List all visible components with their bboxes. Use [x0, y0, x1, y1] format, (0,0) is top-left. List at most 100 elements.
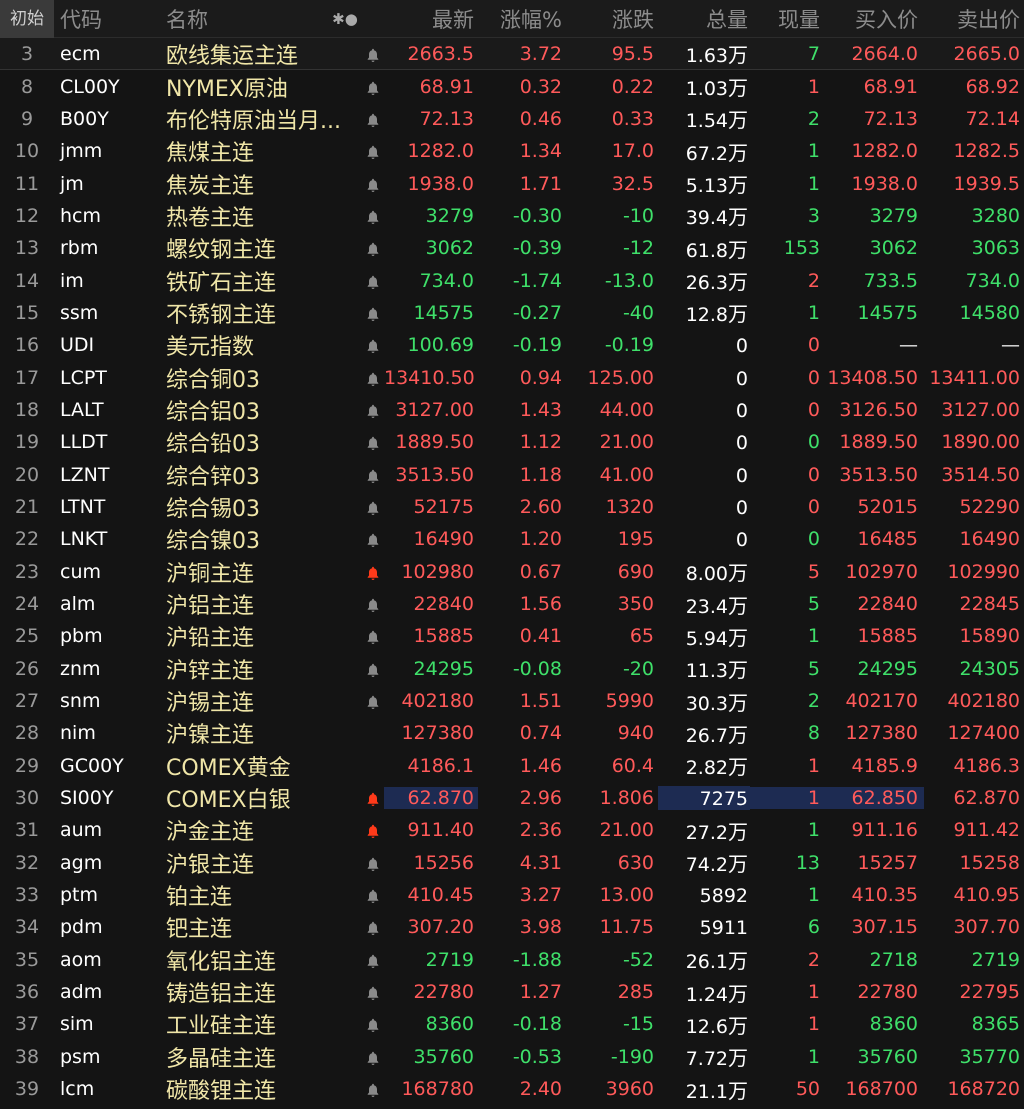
- alert-bell-icon[interactable]: [367, 824, 379, 839]
- header-name[interactable]: 名称: [162, 4, 306, 34]
- row-vol: 0: [658, 527, 750, 551]
- table-row[interactable]: 12 hcm 热卷主连 3279 -0.30 -10 39.4万 3 3279 3280: [0, 200, 1024, 232]
- table-row[interactable]: 24 alm 沪铝主连 22840 1.56 350 23.4万 5 22840 22845: [0, 588, 1024, 620]
- bell-icon[interactable]: [367, 663, 379, 677]
- bell-icon[interactable]: [367, 339, 379, 354]
- table-row[interactable]: 36 adm 铸造铝主连 22780 1.27 285 1.24万 1 22780 22795: [0, 976, 1024, 1008]
- bell-icon[interactable]: [367, 275, 379, 289]
- header-code[interactable]: 代码: [54, 4, 162, 34]
- bell-icon[interactable]: [367, 986, 379, 1001]
- table-row[interactable]: 17 LCPT 综合铜03 13410.50 0.94 125.00 0 0 13408.50 1…: [0, 361, 1024, 393]
- bell-icon[interactable]: [367, 210, 379, 224]
- row-name: 焦炭主连: [166, 173, 255, 199]
- bell-icon[interactable]: [367, 598, 379, 613]
- header-ask[interactable]: 卖出价: [924, 4, 1024, 34]
- bell-icon[interactable]: [367, 372, 379, 386]
- row-last: 24295: [413, 657, 474, 680]
- table-row[interactable]: 28 nim 沪镍主连 127380 0.74 940 26.7万 8 127380 127400: [0, 717, 1024, 749]
- table-row[interactable]: 19 LLDT 综合铅03 1889.50 1.12 21.00 0 0 1889.50 1890…: [0, 426, 1024, 458]
- table-row[interactable]: 23 cum 沪铜主连 102980 0.67 690 8.00万 5 102970 102990: [0, 556, 1024, 588]
- bell-icon[interactable]: [367, 242, 379, 257]
- table-row[interactable]: 31 aum 沪金主连 911.40 2.36 21.00 27.2万 1 911.16 911.…: [0, 814, 1024, 846]
- row-bid: 733.5: [863, 269, 918, 292]
- bell-icon[interactable]: [367, 533, 379, 548]
- table-row[interactable]: 21 LTNT 综合锡03 52175 2.60 1320 0 0 52015 52290: [0, 491, 1024, 523]
- table-row[interactable]: 11 jm 焦炭主连 1938.0 1.71 32.5 5.13万 1 1938.0 1939.5: [0, 167, 1024, 199]
- table-row[interactable]: 20 LZNT 综合锌03 3513.50 1.18 41.00 0 0 3513.50 3514…: [0, 458, 1024, 490]
- table-row[interactable]: 15 ssm 不锈钢主连 14575 -0.27 -40 12.8万 1 14575 14580: [0, 297, 1024, 329]
- table-row[interactable]: 8 CL00Y NYMEX原油 68.91 0.32 0.22 1.03万 1 68.91 68.…: [0, 70, 1024, 102]
- row-vol: 39.4万: [658, 201, 750, 230]
- table-row[interactable]: 37 sim 工业硅主连 8360 -0.18 -15 12.6万 1 8360 8365: [0, 1008, 1024, 1040]
- row-bid: 127380: [845, 722, 918, 745]
- bell-icon[interactable]: [367, 889, 379, 904]
- row-last: 13410.50: [384, 366, 475, 389]
- row-last: 35760: [413, 1045, 474, 1068]
- table-row[interactable]: 3 ecm 欧线集运主连 2663.5 3.72 95.5 1.63万 7 2664.0 2665…: [0, 38, 1024, 71]
- table-row[interactable]: 25 pbm 沪铅主连 15885 0.41 65 5.94万 1 15885 15890: [0, 620, 1024, 652]
- table-row[interactable]: 9 B00Y 布伦特原油当月... 72.13 0.46 0.33 1.54万 2 72.13 7…: [0, 103, 1024, 135]
- table-row[interactable]: 13 rbm 螺纹钢主连 3062 -0.39 -12 61.8万 153 3062 3063: [0, 232, 1024, 264]
- header-initial-tab[interactable]: 初始: [0, 0, 54, 38]
- row-pct: 1.12: [519, 431, 562, 454]
- row-last: 402180: [401, 690, 474, 713]
- header-chg[interactable]: 涨跌: [566, 4, 658, 34]
- row-chg: -12: [622, 237, 654, 260]
- bell-icon[interactable]: [367, 630, 379, 645]
- header-vol[interactable]: 总量: [658, 4, 750, 34]
- alert-bell-icon[interactable]: [367, 792, 379, 807]
- table-row[interactable]: 32 agm 沪银主连 15256 4.31 630 74.2万 13 15257 15258: [0, 847, 1024, 879]
- row-last: 1282.0: [407, 140, 474, 163]
- bell-icon[interactable]: [367, 307, 379, 321]
- bell-icon[interactable]: [367, 81, 379, 95]
- header-icons[interactable]: ✱●: [306, 10, 384, 28]
- bell-icon[interactable]: [367, 48, 379, 62]
- table-row[interactable]: 10 jmm 焦煤主连 1282.0 1.34 17.0 67.2万 1 1282.0 1282.…: [0, 135, 1024, 167]
- bell-icon[interactable]: [367, 501, 379, 515]
- header-pct[interactable]: 涨幅%: [478, 4, 566, 34]
- table-row[interactable]: 27 snm 沪锡主连 402180 1.51 5990 30.3万 2 402170 40218…: [0, 685, 1024, 717]
- bell-icon[interactable]: [367, 1018, 379, 1033]
- table-row[interactable]: 34 pdm 钯主连 307.20 3.98 11.75 5911 6 307.15 307.70: [0, 911, 1024, 943]
- table-row[interactable]: 33 ptm 铂主连 410.45 3.27 13.00 5892 1 410.35 410.95: [0, 879, 1024, 911]
- row-pct: -0.30: [512, 204, 562, 227]
- bell-icon[interactable]: [367, 469, 379, 483]
- row-cur: 5: [807, 593, 820, 616]
- table-row[interactable]: 38 psm 多晶硅主连 35760 -0.53 -190 7.72万 1 35760 35770: [0, 1041, 1024, 1073]
- bell-icon[interactable]: [367, 404, 379, 418]
- row-name: COMEX黄金: [166, 755, 291, 781]
- bell-icon[interactable]: [367, 145, 379, 160]
- table-row[interactable]: 29 GC00Y COMEX黄金 4186.1 1.46 60.4 2.82万 1 4185.9…: [0, 750, 1024, 782]
- row-vol-unit: 万: [728, 690, 748, 715]
- table-row[interactable]: 16 UDI 美元指数 100.69 -0.19 -0.19 0 0 — —: [0, 329, 1024, 361]
- row-cur: 0: [807, 528, 820, 551]
- header-cur[interactable]: 现量: [750, 4, 824, 34]
- bell-icon[interactable]: [367, 1083, 379, 1098]
- bell-icon[interactable]: [367, 178, 379, 192]
- bell-icon[interactable]: [367, 695, 379, 710]
- bell-icon[interactable]: [367, 436, 379, 451]
- row-vol-unit: 万: [728, 949, 748, 974]
- table-row[interactable]: 35 aom 氧化铝主连 2719 -1.88 -52 26.1万 2 2718 2719: [0, 944, 1024, 976]
- row-ask: 22795: [959, 981, 1020, 1004]
- row-name: 美元指数: [166, 335, 255, 361]
- row-code: ecm: [60, 42, 101, 65]
- table-row[interactable]: 22 LNKT 综合镍03 16490 1.20 195 0 0 16485 16490: [0, 523, 1024, 555]
- row-cur: 2: [807, 107, 820, 130]
- bell-icon[interactable]: [367, 113, 379, 127]
- row-bid: 911.16: [851, 819, 918, 842]
- table-row[interactable]: 26 znm 沪锌主连 24295 -0.08 -20 11.3万 5 24295 24305: [0, 653, 1024, 685]
- bell-icon[interactable]: [367, 921, 379, 936]
- table-row[interactable]: 30 SI00Y COMEX白银 62.870 2.96 1.806 7275 1 62.850…: [0, 782, 1024, 814]
- alert-bell-icon[interactable]: [367, 566, 379, 580]
- table-row[interactable]: 39 lcm 碳酸锂主连 168780 2.40 3960 21.1万 50 168700 168…: [0, 1073, 1024, 1105]
- header-last[interactable]: 最新: [384, 4, 478, 34]
- table-row[interactable]: 14 im 铁矿石主连 734.0 -1.74 -13.0 26.3万 2 733.5 734.0: [0, 264, 1024, 296]
- bell-icon[interactable]: [367, 1051, 379, 1065]
- table-row[interactable]: 18 LALT 综合铝03 3127.00 1.43 44.00 0 0 3126.50 3127…: [0, 394, 1024, 426]
- row-bid: 4185.9: [851, 754, 918, 777]
- header-bid[interactable]: 买入价: [824, 4, 924, 34]
- bell-icon[interactable]: [367, 857, 379, 871]
- bell-icon[interactable]: [367, 954, 379, 968]
- row-vol: 23.4万: [658, 590, 750, 619]
